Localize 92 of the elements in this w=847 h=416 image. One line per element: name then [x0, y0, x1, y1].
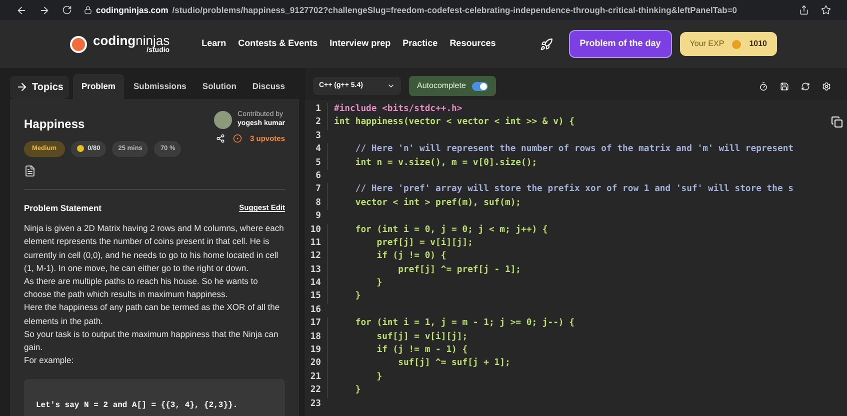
line-number: 3 — [314, 130, 322, 143]
upvote-icon[interactable] — [232, 134, 242, 143]
code-line: } — [327, 290, 361, 304]
lock-icon — [84, 6, 92, 14]
problem-title: Happiness — [24, 116, 86, 133]
bookmark-star-icon[interactable] — [821, 5, 831, 15]
code-line: for (int i = 1, j = m - 1; j >= 0; j--) { — [327, 317, 574, 331]
line-number: 10 — [309, 224, 322, 237]
line-number: 4 — [314, 143, 322, 156]
logo-text: codingninjas — [93, 34, 170, 47]
statement-paragraph: As there are multiple paths to reach his house. So he wants to choose the path which results in maximum happiness. — [24, 275, 259, 302]
avatar — [214, 110, 232, 129]
code-line: } — [327, 277, 382, 290]
autocomplete-control[interactable]: Autocomplete — [409, 76, 496, 96]
line-number: 16 — [309, 304, 322, 317]
autocomplete-label: Autocomplete — [417, 80, 466, 92]
code-line: suf[j] ^= suf[j + 1]; — [327, 357, 510, 371]
line-number: 22 — [309, 384, 322, 398]
url-path: /studio/problems/happiness_9127702?challengeSlug=freedom-codefest-celebrating-independence-through-critical-thinking&leftPanelTab=0 — [172, 4, 738, 16]
example-text: Let's say N = 2 and A[] = {{3, 4}, {2,3}}. — [36, 401, 238, 410]
code-line: #include <bits/stdc++.h> — [327, 103, 462, 116]
code-line: if (j != 0) { — [327, 250, 446, 264]
code-line: for (int i = 0, j = 0; j < m; j++) { — [327, 224, 548, 237]
copy-icon[interactable] — [831, 116, 843, 128]
forward-icon[interactable] — [39, 4, 50, 16]
line-number: 21 — [309, 370, 322, 384]
logo-icon — [70, 36, 87, 52]
nav-link[interactable]: Contests & Events — [238, 37, 318, 51]
save-icon[interactable] — [780, 82, 789, 90]
code-line: if (j != m - 1) { — [327, 344, 468, 358]
line-number: 17 — [309, 317, 322, 330]
code-line: pref[j] ^= pref[j - 1]; — [327, 264, 522, 278]
rocket-icon[interactable] — [540, 38, 553, 50]
code-line: pref[j] = v[i][j]; — [327, 236, 473, 250]
line-number: 20 — [309, 357, 322, 370]
url-host: codingninjas.com — [96, 4, 168, 16]
code-line: } — [327, 384, 361, 398]
coin-icon — [732, 40, 742, 48]
line-number: 18 — [309, 330, 322, 344]
back-icon[interactable] — [16, 4, 27, 16]
line-number: 2 — [314, 116, 322, 130]
line-number: 12 — [309, 250, 322, 264]
line-number: 7 — [314, 183, 322, 196]
autocomplete-toggle[interactable] — [472, 82, 488, 90]
reload-icon[interactable] — [62, 5, 72, 15]
line-number: 23 — [309, 398, 322, 411]
line-number: 13 — [309, 264, 322, 277]
code-line: int n = v.size(), m = v[0].size(); — [327, 156, 538, 170]
line-number: 5 — [314, 156, 322, 170]
code-line: // Here 'pref' array will store the prefix xor of row 1 and 'suf' will store the s — [327, 183, 794, 197]
panel-tab[interactable]: Submissions — [128, 74, 192, 99]
menu-arrow-icon — [16, 81, 28, 94]
caret-icon — [387, 82, 395, 90]
topics-button[interactable]: Topics — [10, 76, 70, 99]
line-number: 19 — [309, 344, 322, 358]
panel-tab[interactable]: Solution — [196, 74, 242, 99]
code-line: vector < int > pref(m), suf(m); — [327, 196, 522, 210]
line-number: 11 — [309, 236, 322, 250]
exp-label: Your EXP — [690, 38, 724, 50]
code-line: } — [327, 370, 382, 384]
line-number: 8 — [314, 196, 322, 210]
line-number: 14 — [309, 277, 322, 290]
document-icon[interactable] — [24, 164, 36, 176]
timer-icon[interactable] — [759, 82, 768, 90]
share-icon[interactable] — [799, 5, 809, 15]
statement-paragraph: So your task is to output the maximum happiness that the Ninja can gain. — [24, 328, 280, 354]
reset-icon[interactable] — [801, 82, 810, 90]
code-line: int happiness(vector < vector < int >> & v) { — [327, 116, 574, 130]
code-line: // Here 'n' will represent the number of rows of the matrix and 'm' will represent — [327, 143, 794, 157]
line-number: 15 — [309, 290, 322, 304]
exp-pill[interactable]: Your EXP 1010 — [680, 32, 777, 56]
coin-icon — [76, 145, 84, 152]
nav-link[interactable]: Interview prep — [330, 37, 391, 51]
problem-of-the-day-button[interactable]: Problem of the day — [568, 30, 672, 58]
statement-paragraph: Here the happiness of any path can be termed as the XOR of all the elements in the path. — [24, 301, 281, 328]
settings-icon[interactable] — [822, 82, 831, 90]
line-number: 6 — [314, 170, 322, 183]
nav-link[interactable]: Learn — [202, 37, 226, 51]
statement-heading: Problem Statement — [24, 202, 102, 214]
statement-paragraph: For example: — [24, 354, 75, 368]
code-editor[interactable] — [305, 100, 847, 416]
line-number: 1 — [314, 103, 322, 116]
code-line: suf[j] = v[i][j]; — [327, 330, 468, 344]
panel-tab[interactable]: Problem — [73, 74, 124, 99]
nav-link[interactable]: Practice — [402, 37, 438, 51]
line-number: 9 — [314, 210, 322, 224]
share-icon[interactable] — [216, 134, 225, 143]
nav-link[interactable]: Resources — [450, 37, 496, 51]
statement-paragraph: Ninja is given a 2D Matrix having 2 rows and M columns, where each element represents the number of coins present in that cell. He is currently in cell (0,0), and he needs to go to his home located in cell (1, M-1). In one move, he can either go to the right or down. — [24, 222, 285, 275]
address-bar[interactable]: codingninjas.com /studio/problems/happiness_9127702?challengeSlug=freedom-codefest-celebrating-independence-through-critical-thinking&leftPanelTab=0 — [84, 4, 738, 16]
panel-tab[interactable]: Discuss — [246, 74, 292, 99]
exp-value: 1010 — [749, 38, 767, 50]
